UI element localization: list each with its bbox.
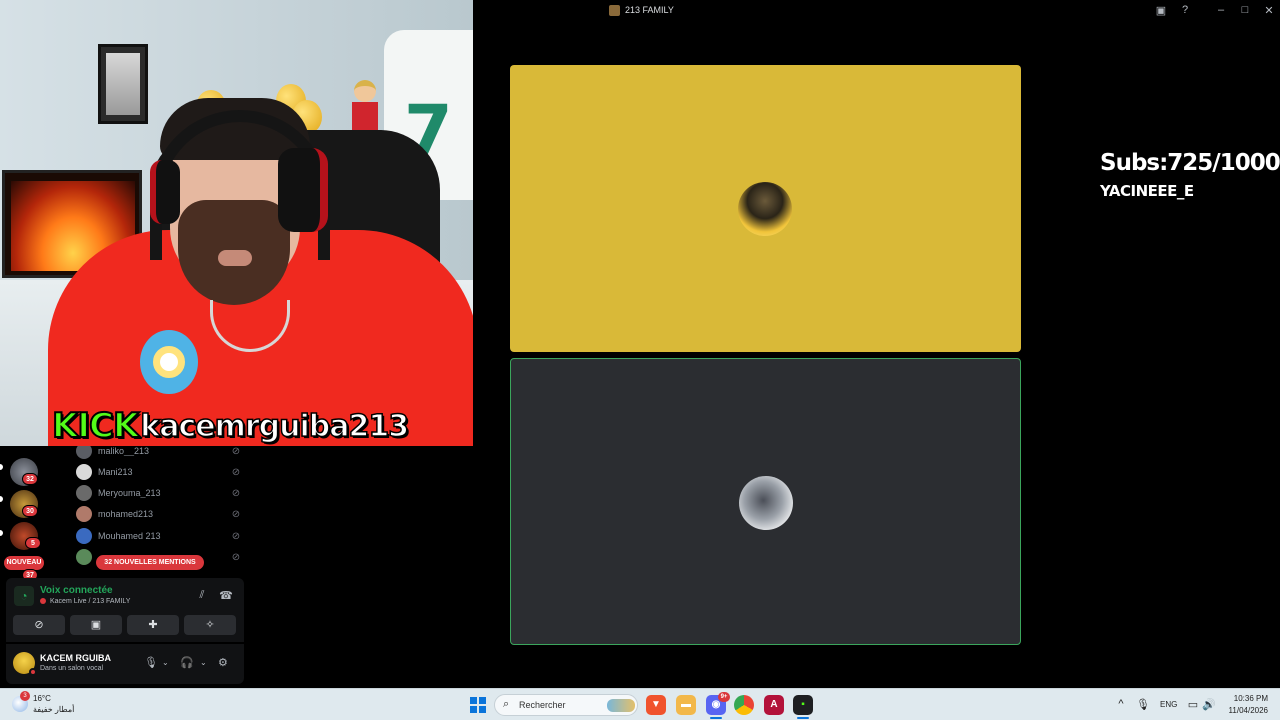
stream-window: 213 FAMILY ▣ ? – □ ✕ Subs:725/1000 YACIN… (473, 0, 1280, 688)
avatar (76, 485, 92, 501)
disconnect-icon[interactable]: ☎ (218, 589, 234, 603)
kick-app-icon[interactable]: ▪ (793, 695, 813, 715)
search-highlight-image (607, 699, 635, 712)
clock-date[interactable]: 11/04/2026 (1220, 706, 1268, 715)
muted-icon: ⊘ (231, 508, 241, 520)
search-input[interactable]: ⌕ Rechercher (494, 694, 638, 716)
list-item[interactable]: maliko__213 ⊘ (76, 446, 242, 461)
list-item[interactable]: mohamed213 ⊘ (76, 504, 242, 524)
server-logo-icon (609, 5, 620, 16)
kick-logo: KICK (51, 405, 140, 446)
windows-start-icon[interactable] (470, 697, 486, 713)
cam-photo-frame (98, 44, 148, 124)
taskbar: 3 16°C أمطار خفيفة ⌕ Rechercher ▼ ▬ ◉ 9+ … (0, 688, 1280, 720)
muted-icon: ⊘ (231, 487, 241, 499)
weather-temperature[interactable]: 16°C (33, 694, 51, 703)
volume-icon[interactable]: 🔊 (1202, 698, 1216, 711)
avatar (76, 506, 92, 522)
search-icon: ⌕ (503, 698, 510, 710)
new-mentions-badge[interactable]: NOUVEAU (4, 556, 44, 570)
activities-button[interactable]: ✚ (127, 615, 179, 635)
kick-username: kacemrguiba213 (140, 408, 410, 445)
server-pip (0, 496, 3, 502)
inbox-icon[interactable]: ▣ (1154, 4, 1168, 17)
avatar (76, 549, 92, 565)
server-badge: 30 (22, 505, 38, 517)
voice-channel[interactable]: Kacem Live / 213 FAMILY (40, 598, 130, 605)
network-icon[interactable]: ▭ (1186, 698, 1200, 711)
cam-shirt-flower (140, 330, 198, 394)
webcam-overlay: 7 KICK kacemrguiba213 (0, 0, 473, 446)
list-item[interactable]: Mani213 ⊘ (76, 462, 242, 482)
notification-badge: 9+ (718, 692, 730, 702)
muted-icon: ⊘ (231, 551, 241, 563)
notification-badge: 3 (20, 691, 30, 701)
microphone-icon[interactable]: 🎙 (1136, 698, 1150, 711)
avatar (76, 528, 92, 544)
minimize-icon[interactable]: – (1214, 4, 1228, 16)
list-item[interactable]: Mouhamed 213 ⊘ (76, 526, 242, 546)
help-icon[interactable]: ? (1178, 4, 1192, 16)
window-title: 213 FAMILY (625, 5, 674, 15)
gear-icon[interactable]: ⚙ (218, 656, 228, 669)
screen: 7 KICK kacemrguiba213 32 30 5 NOUVEAU 37… (0, 0, 1280, 720)
screen-share-button[interactable]: ▣ (70, 615, 122, 635)
soundboard-button[interactable]: ✧ (184, 615, 236, 635)
user-panel: KACEM RGUIBA Dans un salon vocal 🎙 ⌄ 🎧 ⌄… (6, 644, 244, 684)
discord-icon[interactable]: ◉ 9+ (706, 692, 730, 715)
headset-icon[interactable]: 🎧 (180, 656, 194, 669)
subs-counter: Subs:725/1000 (1100, 150, 1280, 176)
muted-icon: ⊘ (231, 466, 241, 478)
voice-tile-participant-speaking[interactable] (510, 358, 1021, 645)
server-badge: 5 (25, 537, 41, 549)
server-badge: 32 (22, 473, 38, 485)
weather-description[interactable]: أمطار خفيفة (33, 705, 74, 714)
chevron-down-icon[interactable]: ⌄ (200, 658, 207, 667)
language-indicator[interactable]: ENG (1160, 700, 1177, 709)
camera-off-button[interactable]: ⊘ (13, 615, 65, 635)
muted-icon: ⊘ (231, 446, 241, 457)
signal-icon[interactable]: ◔ (14, 586, 34, 606)
user-name[interactable]: KACEM RGUIBA (40, 653, 111, 663)
microphone-icon[interactable]: 🎙 (144, 656, 158, 669)
chevron-down-icon[interactable]: ⌄ (162, 658, 169, 667)
file-explorer-icon[interactable]: ▬ (676, 695, 696, 715)
voice-connected-panel: ◔ Voix connectée Kacem Live / 213 FAMILY… (6, 578, 244, 642)
user-status: Dans un salon vocal (40, 665, 104, 672)
chrome-icon[interactable] (734, 695, 754, 715)
new-mentions-pill[interactable]: 32 NOUVELLES MENTIONS (96, 555, 204, 570)
streamer-name: YACINEEE_E (1100, 182, 1194, 200)
status-dot (29, 668, 37, 676)
noise-suppression-icon[interactable]: ⫽ (194, 589, 210, 603)
avatar (738, 182, 792, 236)
brave-browser-icon[interactable]: ▼ (646, 695, 666, 715)
server-pip (0, 464, 3, 470)
kick-banner: KICK kacemrguiba213 (51, 405, 410, 446)
title-bar: 213 FAMILY ▣ ? – □ ✕ (473, 0, 1280, 22)
avatar (76, 464, 92, 480)
voice-tile-participant[interactable] (510, 65, 1021, 352)
avatar (739, 476, 793, 530)
maximize-icon[interactable]: □ (1238, 4, 1252, 16)
voice-status[interactable]: Voix connectée (40, 585, 113, 596)
clock-time[interactable]: 10:36 PM (1228, 694, 1268, 703)
live-dot (40, 598, 46, 605)
muted-icon: ⊘ (231, 530, 241, 542)
avatar (76, 446, 92, 459)
chevron-up-icon[interactable]: ^ (1114, 698, 1128, 710)
adobe-app-icon[interactable]: A (764, 695, 784, 715)
server-pip (0, 530, 3, 536)
close-icon[interactable]: ✕ (1262, 4, 1276, 17)
list-item[interactable]: Meryouma_213 ⊘ (76, 483, 242, 503)
